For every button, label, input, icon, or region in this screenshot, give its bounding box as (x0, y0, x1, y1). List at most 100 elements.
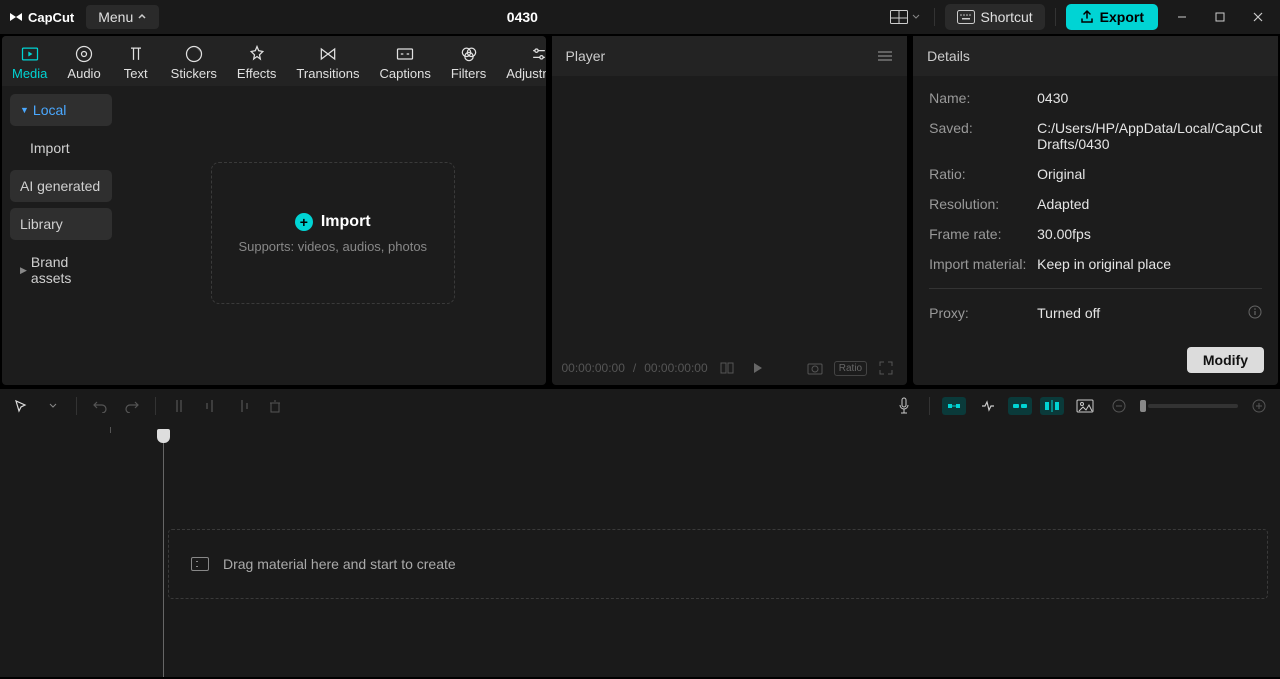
stickers-icon (184, 44, 204, 64)
media-body: ▼ Local Import AI generated Library ▶Bran… (2, 86, 546, 385)
minimize-button[interactable] (1168, 3, 1196, 31)
detail-row-saved: Saved:C:/Users/HP/AppData/Local/CapCut D… (929, 120, 1262, 152)
detail-label: Import material: (929, 256, 1037, 272)
sidebar-item-local[interactable]: ▼ Local (10, 94, 112, 126)
info-icon[interactable] (1248, 305, 1262, 319)
record-audio-button[interactable] (891, 393, 917, 419)
app-name: CapCut (28, 10, 74, 25)
sidebar-item-label: Library (20, 216, 63, 232)
sidebar-item-library[interactable]: Library (10, 208, 112, 240)
sidebar-item-brand-assets[interactable]: ▶Brand assets (10, 246, 112, 294)
import-main: + Import (295, 213, 371, 231)
export-label: Export (1100, 9, 1144, 25)
sidebar-item-label: Import (30, 140, 70, 156)
delete-button[interactable] (262, 393, 288, 419)
timeline-toolbar (0, 389, 1280, 423)
tab-text[interactable]: Text (111, 36, 161, 86)
menu-button[interactable]: Menu (86, 5, 159, 29)
transitions-icon (318, 44, 338, 64)
sidebar-item-ai-generated[interactable]: AI generated (10, 170, 112, 202)
tab-audio[interactable]: Audio (57, 36, 110, 86)
playhead-line (163, 437, 164, 677)
player-viewport[interactable] (552, 76, 908, 351)
details-title: Details (927, 48, 970, 64)
export-button[interactable]: Export (1066, 4, 1158, 30)
player-header: Player (552, 36, 908, 76)
detail-row-framerate: Frame rate:30.00fps (929, 226, 1262, 242)
fullscreen-button[interactable] (875, 357, 897, 379)
import-title: Import (321, 213, 371, 231)
import-dropzone[interactable]: + Import Supports: videos, audios, photo… (211, 162, 455, 304)
tab-stickers[interactable]: Stickers (161, 36, 227, 86)
chevron-down-icon (912, 13, 920, 21)
audio-icon (74, 44, 94, 64)
capcut-logo-icon (8, 9, 24, 25)
caret-right-icon: ▶ (20, 265, 27, 276)
sidebar-item-import[interactable]: Import (10, 132, 112, 164)
maximize-button[interactable] (1206, 3, 1234, 31)
compare-button[interactable] (716, 357, 738, 379)
detail-row-ratio: Ratio:Original (929, 166, 1262, 182)
tab-label: Audio (67, 66, 100, 81)
media-sidebar: ▼ Local Import AI generated Library ▶Bran… (2, 86, 120, 385)
tab-transitions[interactable]: Transitions (286, 36, 369, 86)
redo-button[interactable] (119, 393, 145, 419)
split-button[interactable] (166, 393, 192, 419)
time-total: 00:00:00:00 (644, 361, 707, 375)
detail-label: Resolution: (929, 196, 1037, 212)
caret-down-icon: ▼ (20, 105, 29, 115)
sidebar-item-label: Local (33, 102, 66, 118)
linkage-button[interactable] (1008, 397, 1032, 415)
tab-label: Stickers (171, 66, 217, 81)
chevron-up-icon (137, 12, 147, 22)
tab-label: Filters (451, 66, 486, 81)
tab-adjustment[interactable]: Adjustment (496, 36, 545, 86)
import-subtitle: Supports: videos, audios, photos (238, 239, 427, 254)
playhead-handle[interactable] (157, 429, 170, 443)
detail-value: 0430 (1037, 90, 1262, 106)
video-track-icon (191, 557, 209, 571)
hamburger-icon[interactable] (877, 50, 893, 62)
ratio-select[interactable]: Ratio (834, 361, 867, 376)
toolbar-right (891, 393, 1272, 419)
zoom-slider[interactable] (1140, 400, 1238, 412)
tab-label: Text (124, 66, 148, 81)
delete-left-button[interactable] (198, 393, 224, 419)
play-button[interactable] (746, 357, 768, 379)
timeline[interactable]: Drag material here and start to create (0, 423, 1280, 677)
detail-row-proxy: Proxy: Turned off (929, 305, 1262, 321)
snapshot-button[interactable] (804, 357, 826, 379)
track-dropzone[interactable]: Drag material here and start to create (168, 529, 1268, 599)
shortcut-button[interactable]: Shortcut (945, 4, 1045, 30)
player-controls: 00:00:00:00 / 00:00:00:00 Ratio (552, 351, 908, 385)
tab-effects[interactable]: Effects (227, 36, 287, 86)
tab-media[interactable]: Media (2, 36, 57, 86)
modify-button[interactable]: Modify (1187, 347, 1264, 373)
detail-value: C:/Users/HP/AppData/Local/CapCut Drafts/… (1037, 120, 1262, 152)
detail-label: Saved: (929, 120, 1037, 152)
tab-label: Captions (380, 66, 431, 81)
media-icon (20, 44, 40, 64)
undo-button[interactable] (87, 393, 113, 419)
divider (1055, 8, 1056, 26)
preview-axis-button[interactable] (1040, 397, 1064, 415)
captions-icon (395, 44, 415, 64)
zoom-in-button[interactable] (1246, 393, 1272, 419)
detail-value: Original (1037, 166, 1262, 182)
zoom-out-button[interactable] (1106, 393, 1132, 419)
selection-tool[interactable] (8, 393, 34, 419)
drop-hint-text: Drag material here and start to create (223, 556, 456, 572)
tab-captions[interactable]: Captions (370, 36, 441, 86)
delete-right-button[interactable] (230, 393, 256, 419)
detail-label: Proxy: (929, 305, 1037, 321)
close-button[interactable] (1244, 3, 1272, 31)
auto-snap-button[interactable] (974, 393, 1000, 419)
tool-dropdown[interactable] (40, 393, 66, 419)
cover-button[interactable] (1072, 393, 1098, 419)
main-track-magnet-button[interactable] (942, 397, 966, 415)
tab-label: Effects (237, 66, 277, 81)
layout-button[interactable] (886, 6, 924, 28)
tab-filters[interactable]: Filters (441, 36, 496, 86)
divider (76, 397, 77, 415)
project-title: 0430 (159, 9, 885, 25)
